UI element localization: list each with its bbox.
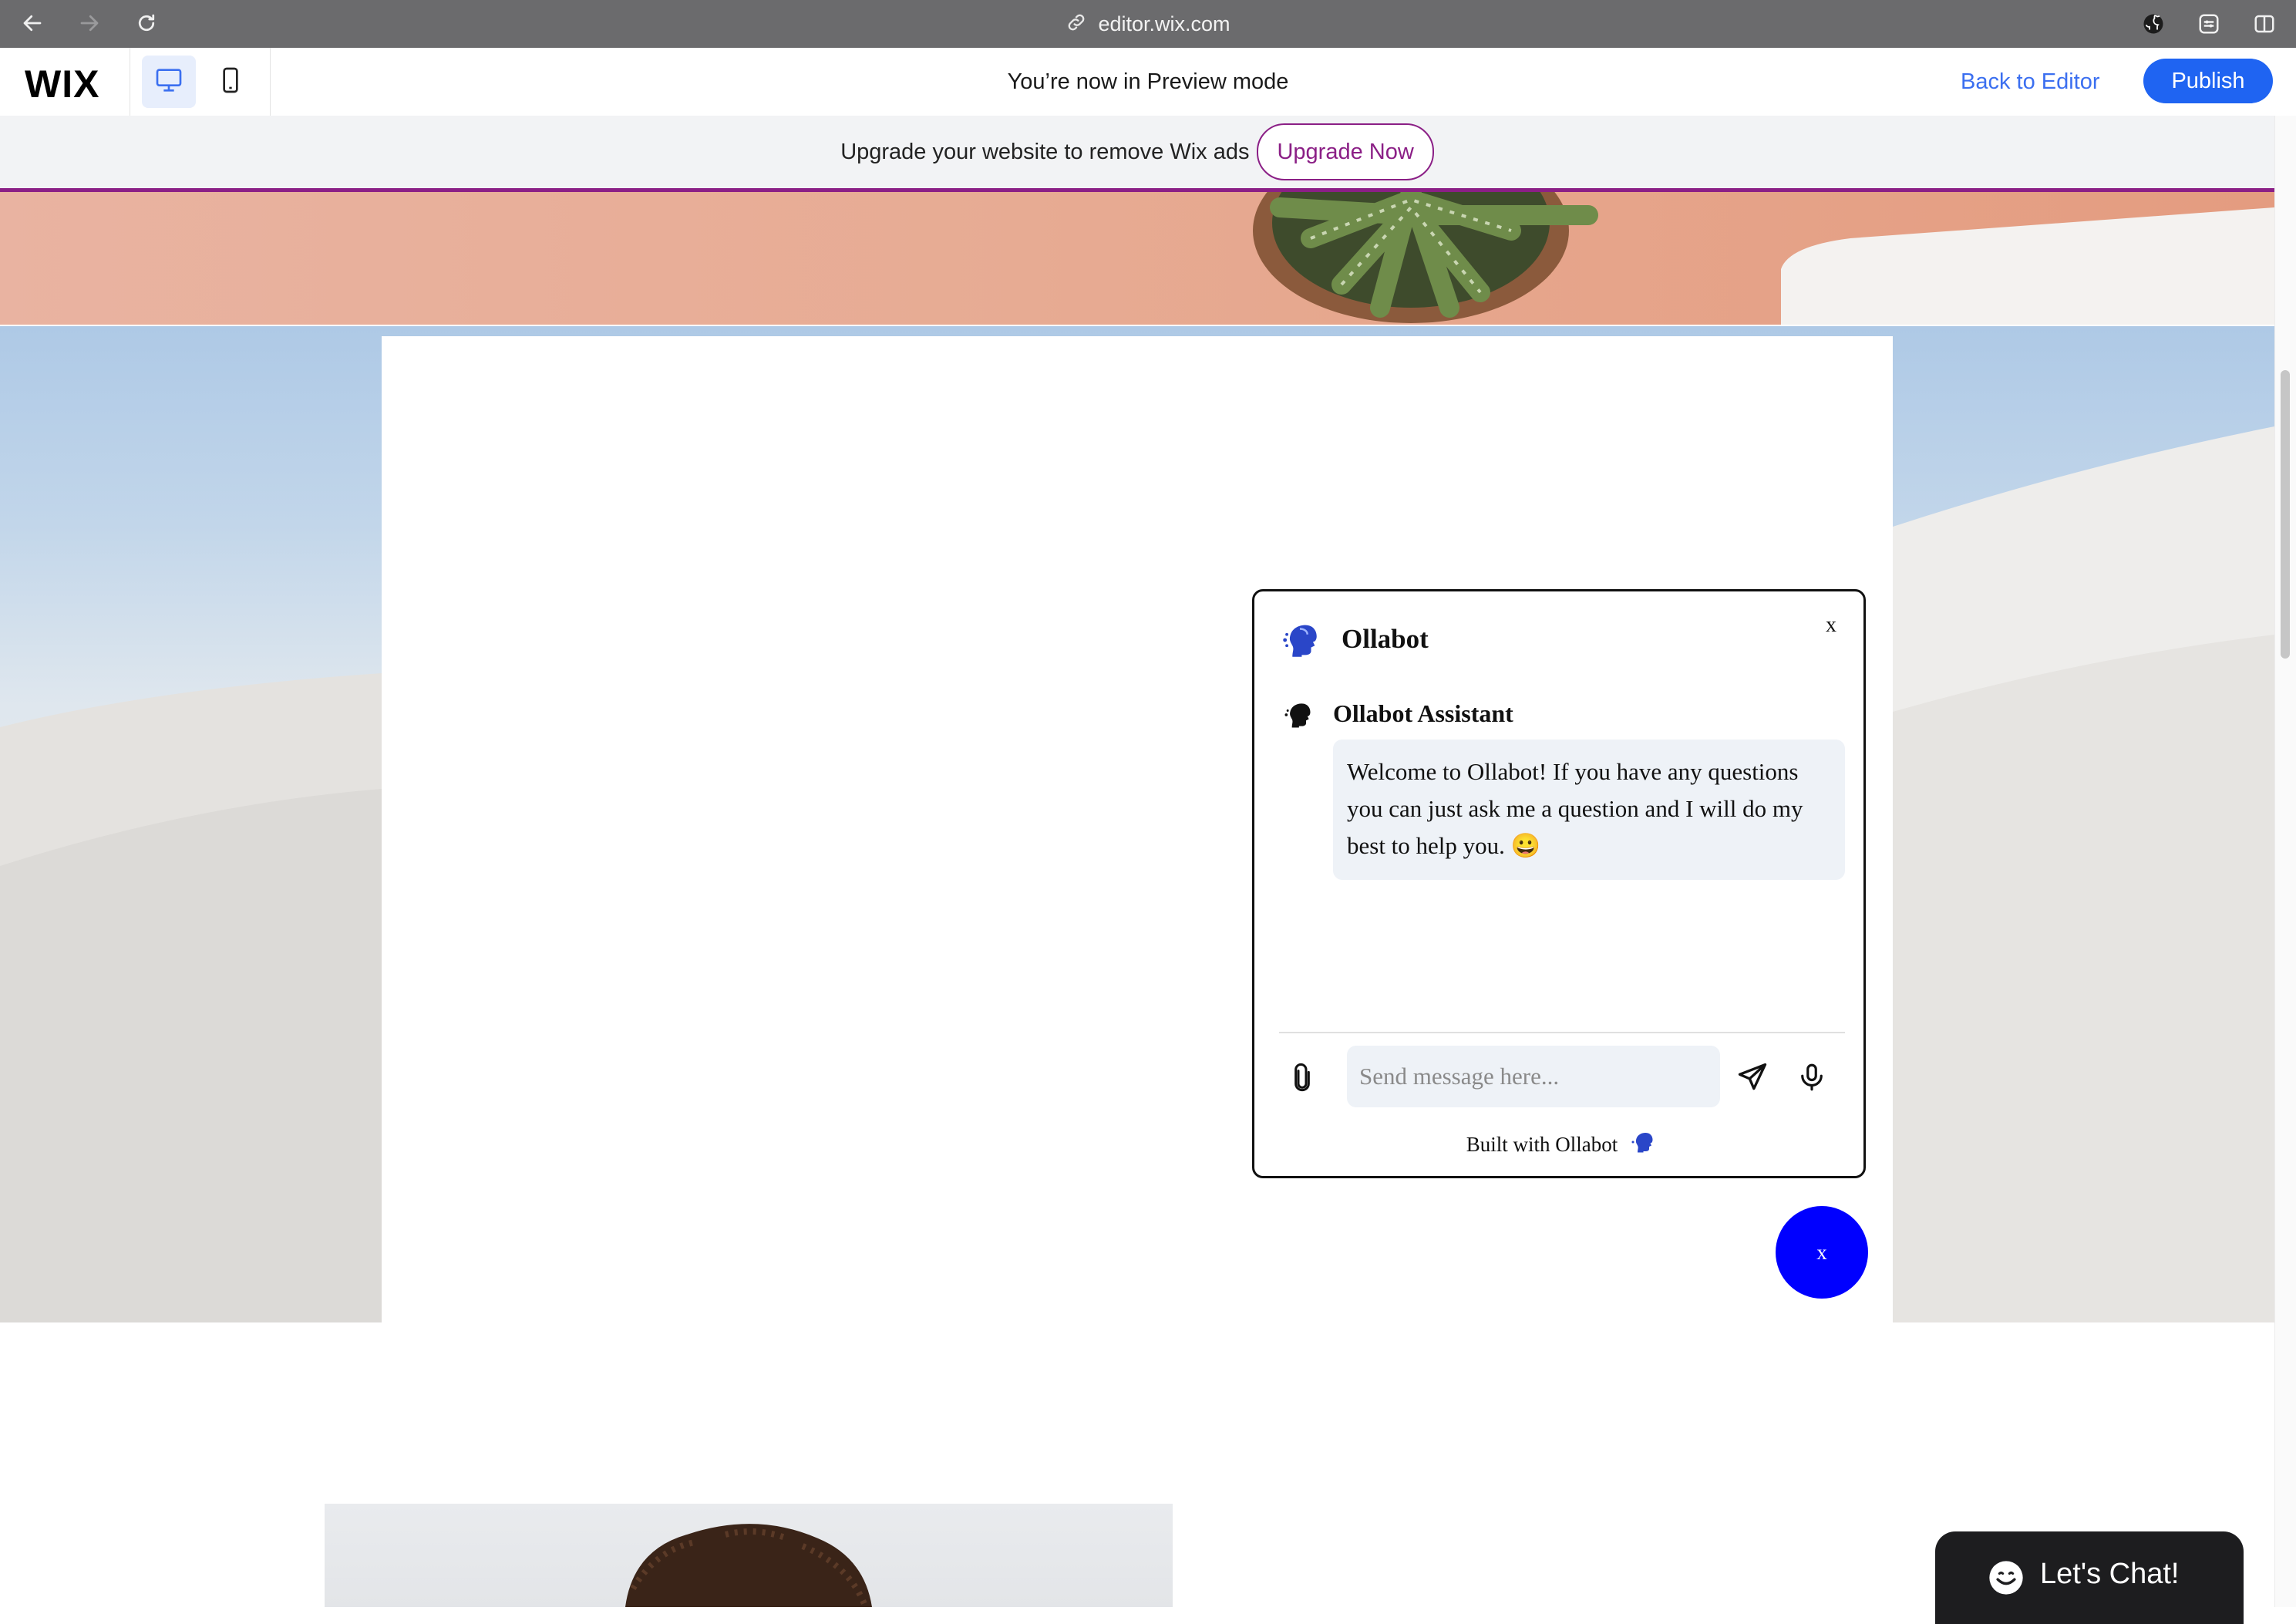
back-to-editor-link[interactable]: Back to Editor xyxy=(1961,69,2100,95)
chat-window: Ollabot x Ollabot Assistant Welcome to O… xyxy=(1252,589,1866,1178)
lets-chat-label: Let's Chat! xyxy=(2040,1558,2180,1590)
divider xyxy=(270,48,271,116)
mobile-icon xyxy=(215,65,246,99)
ollabot-logo-icon xyxy=(1278,618,1322,666)
upgrade-now-button[interactable]: Upgrade Now xyxy=(1257,123,1434,180)
chat-toggle-button[interactable]: x xyxy=(1776,1206,1868,1299)
wix-ads-banner: Upgrade your website to remove Wix ads U… xyxy=(0,116,2274,192)
wix-logo[interactable]: WIX xyxy=(25,62,99,106)
github-icon[interactable] xyxy=(2139,9,2168,39)
back-arrow-icon[interactable] xyxy=(17,8,48,39)
forward-arrow-icon[interactable] xyxy=(74,8,105,39)
address-bar-url[interactable]: editor.wix.com xyxy=(1098,12,1230,36)
ollabot-logo-icon xyxy=(1628,1128,1656,1161)
extension-icon[interactable] xyxy=(2194,9,2224,39)
link-icon xyxy=(1066,12,1087,37)
publish-button[interactable]: Publish xyxy=(2143,59,2273,103)
microphone-icon[interactable] xyxy=(1796,1060,1828,1098)
assistant-avatar-icon xyxy=(1281,698,1315,736)
reload-icon[interactable] xyxy=(131,8,162,39)
scrollbar-thumb[interactable] xyxy=(2281,370,2290,659)
send-icon[interactable] xyxy=(1735,1060,1769,1098)
divider xyxy=(1279,1032,1845,1033)
page-scrollbar[interactable] xyxy=(2274,116,2296,1607)
ads-banner-text: Upgrade your website to remove Wix ads xyxy=(840,139,1250,164)
preview-mode-message: You’re now in Preview mode xyxy=(1007,69,1289,94)
built-with-label: Built with Ollabot xyxy=(1466,1133,1618,1156)
attach-icon[interactable] xyxy=(1287,1060,1318,1098)
desktop-icon xyxy=(153,65,184,99)
assistant-name: Ollabot Assistant xyxy=(1333,699,1513,727)
mobile-view-button[interactable] xyxy=(204,56,258,108)
chat-title: Ollabot xyxy=(1342,624,1429,654)
portrait-image xyxy=(325,1504,1173,1607)
browser-toolbar: editor.wix.com xyxy=(0,0,2296,48)
chat-close-button[interactable]: x xyxy=(1826,613,1836,638)
message-input[interactable] xyxy=(1347,1046,1720,1107)
sidebar-icon[interactable] xyxy=(2250,9,2279,39)
hero-image-plant xyxy=(0,192,2274,325)
wix-preview-bar: WIX You’re now in Preview mode Back to E… xyxy=(0,48,2296,116)
smiley-icon xyxy=(1986,1558,2026,1602)
assistant-message: Welcome to Ollabot! If you have any ques… xyxy=(1333,740,1845,880)
desktop-view-button[interactable] xyxy=(142,56,196,108)
lets-chat-button[interactable]: Let's Chat! xyxy=(1935,1531,2244,1624)
powered-by-footer[interactable]: Built with Ollabot xyxy=(1254,1128,1868,1161)
